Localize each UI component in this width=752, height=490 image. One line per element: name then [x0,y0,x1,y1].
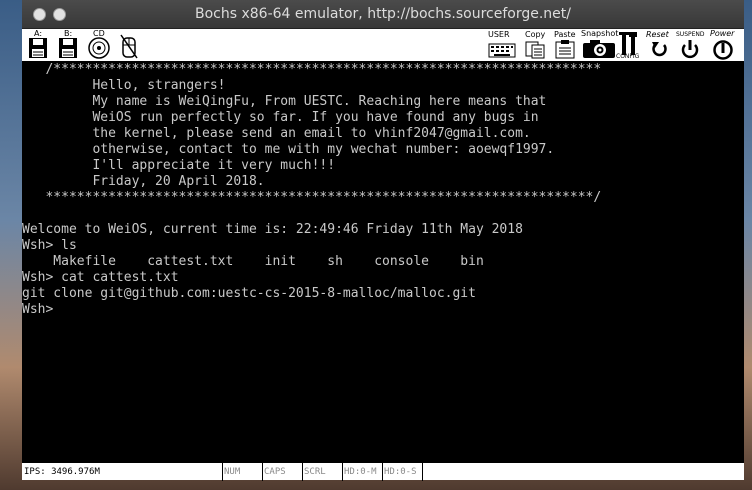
window-title: Bochs x86-64 emulator, http://bochs.sour… [195,6,571,22]
ips-indicator: IPS: 3496.976M [24,467,100,477]
snapshot-button[interactable]: Snapshot [580,29,619,60]
console-line: I'll appreciate it very much!!! [22,158,336,173]
caps-lock-indicator: CAPS [264,467,286,477]
suspend-label: SUSPEND [676,31,705,38]
console-line: Wsh> ls [22,238,77,253]
user-button[interactable]: USER [486,31,518,60]
mouse-icon [120,34,138,59]
floppy-b-label: B: [64,29,73,38]
snapshot-label: Snapshot [581,29,619,38]
console-line: otherwise, contact to me with my wechat … [22,142,555,157]
console-line: ****************************************… [22,190,602,205]
cdrom-label: CD [93,29,105,38]
console-line: git clone git@github.com:uestc-cs-2015-8… [22,286,476,301]
title-bar[interactable]: Bochs x86-64 emulator, http://bochs.sour… [22,0,744,29]
console-line: Makefile cattest.txt init sh console bin [22,254,484,269]
floppy-a-label: A: [34,29,43,38]
paste-button[interactable]: Paste [552,31,578,60]
user-label: USER [488,30,510,39]
console-line: /***************************************… [22,62,602,77]
power-button[interactable]: Power [708,29,740,60]
bochs-window: Bochs x86-64 emulator, http://bochs.sour… [22,0,744,481]
console-screen[interactable]: /***************************************… [22,62,744,462]
console-line: Hello, strangers! [22,78,226,93]
hd-slave-indicator: HD:0-S [384,467,417,477]
cdrom-button[interactable]: CD [86,29,112,60]
console-line: Wsh> [22,302,54,317]
console-line: Welcome to WeiOS, current time is: 22:49… [22,222,523,237]
scroll-lock-indicator: SCRL [304,467,326,477]
mouse-button[interactable] [118,31,140,60]
config-label: CONFIG [616,53,640,60]
console-line: the kernel, please send an email to vhin… [22,126,531,141]
config-button[interactable]: CONFIG [616,31,642,60]
paste-label: Paste [554,30,576,39]
reset-label: Reset [646,30,669,39]
status-bar: IPS: 3496.976M NUM CAPS SCRL HD:0-M HD:0… [22,462,744,481]
status-divider [422,463,423,481]
copy-button[interactable]: Copy [522,31,548,60]
floppy-b-button[interactable]: B: [56,29,80,60]
floppy-a-button[interactable]: A: [26,29,50,60]
console-line: Wsh> cat cattest.txt [22,270,179,285]
suspend-button[interactable]: SUSPEND [676,31,706,60]
copy-label: Copy [525,30,546,39]
toolbar: A: B: CD USER Copy Paste Snapshot CONFIG… [22,29,744,62]
hd-master-indicator: HD:0-M [344,467,377,477]
console-line: My name is WeiQingFu, From UESTC. Reachi… [22,94,547,109]
reset-button[interactable]: Reset [646,30,672,60]
console-line: Friday, 20 April 2018. [22,174,265,189]
console-line: WeiOS run perfectly so far. If you have … [22,110,539,125]
power-label: Power [710,29,735,38]
num-lock-indicator: NUM [224,467,241,477]
